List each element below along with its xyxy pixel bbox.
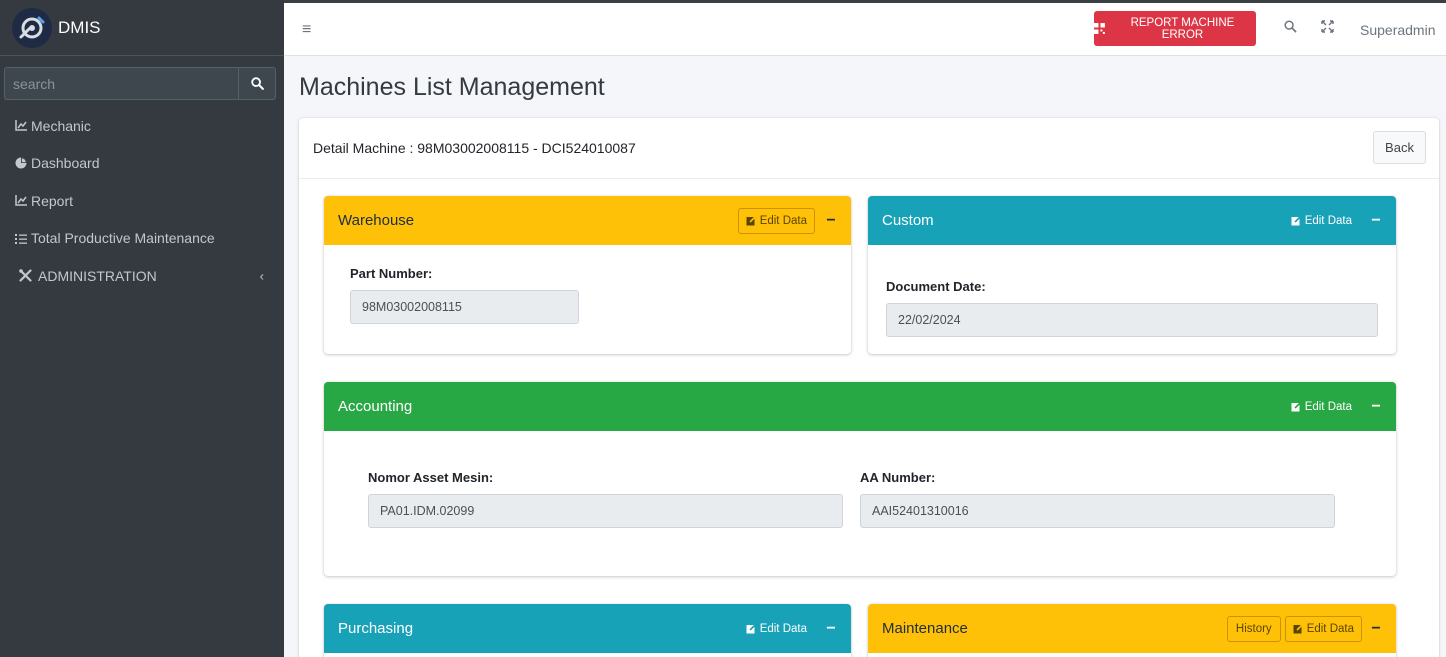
sidebar-search xyxy=(4,67,276,100)
report-button-label: REPORT MACHINE ERROR xyxy=(1130,16,1235,41)
search-input[interactable] xyxy=(4,67,238,100)
custom-panel: Custom Edit Data − Document Date: 22/02/… xyxy=(868,196,1396,354)
top-navbar: ≡ REPORT MACHINE ERROR Superadmin xyxy=(284,0,1446,56)
accounting-panel-header: Accounting Edit Data − xyxy=(324,382,1396,431)
pie-chart-icon xyxy=(14,156,28,170)
edit-icon xyxy=(746,623,757,634)
edit-data-label: Edit Data xyxy=(759,622,807,635)
chart-line-icon xyxy=(14,119,28,133)
sidebar-item-mechanic[interactable]: Mechanic xyxy=(0,107,284,145)
search-icon xyxy=(250,77,264,90)
panel-title: Purchasing xyxy=(338,620,414,637)
brand-logo xyxy=(12,7,52,48)
edit-data-button[interactable]: Edit Data xyxy=(1283,394,1360,420)
fullscreen-icon[interactable] xyxy=(1321,20,1334,38)
sidebar-nav: Mechanic Dashboard Report Total Producti… xyxy=(0,107,284,295)
search-icon[interactable] xyxy=(1284,20,1297,38)
tools-icon xyxy=(18,269,32,283)
brand[interactable]: DMIS xyxy=(0,0,284,56)
report-machine-error-button[interactable]: REPORT MACHINE ERROR xyxy=(1094,11,1256,46)
custom-panel-header: Custom Edit Data − xyxy=(868,196,1396,245)
sidebar-item-dashboard[interactable]: Dashboard xyxy=(0,145,284,183)
detail-title: Detail Machine : 98M03002008115 - DCI524… xyxy=(313,140,636,156)
menu-toggle-icon[interactable]: ≡ xyxy=(302,21,311,39)
sidebar-item-report[interactable]: Report xyxy=(0,182,284,220)
brand-name: DMIS xyxy=(58,17,101,37)
sidebar-item-label: Mechanic xyxy=(31,117,91,134)
edit-data-label: Edit Data xyxy=(1304,400,1352,413)
edit-icon xyxy=(1293,623,1304,634)
sidebar: DMIS Mechanic Dashboard Rep xyxy=(0,0,284,657)
asset-number-label: Nomor Asset Mesin: xyxy=(368,470,494,485)
collapse-minus-icon[interactable]: − xyxy=(1366,208,1386,234)
edit-data-label: Edit Data xyxy=(759,214,807,227)
sidebar-item-label: Dashboard xyxy=(31,155,100,172)
collapse-minus-icon[interactable]: − xyxy=(821,208,841,234)
warehouse-panel-header: Warehouse Edit Data − xyxy=(324,196,851,245)
list-icon xyxy=(14,231,28,245)
sidebar-item-label: Total Productive Maintenance xyxy=(31,230,215,247)
edit-data-button[interactable]: Edit Data xyxy=(738,616,815,642)
panel-title: Accounting xyxy=(338,398,413,415)
user-name[interactable]: Superadmin xyxy=(1360,22,1436,38)
qrcode-icon xyxy=(1094,23,1105,34)
part-number-field[interactable]: 98M03002008115 xyxy=(350,290,579,324)
warehouse-panel: Warehouse Edit Data − Part Number: 98M03… xyxy=(324,196,851,354)
panel-title: Warehouse xyxy=(338,212,415,229)
sidebar-item-label: Report xyxy=(31,192,74,209)
panel-title: Custom xyxy=(882,212,934,229)
search-button[interactable] xyxy=(238,67,276,100)
card-header: Detail Machine : 98M03002008115 - DCI524… xyxy=(299,118,1439,179)
panel-title: Maintenance xyxy=(882,620,968,637)
panel-tools: Edit Data − xyxy=(737,196,841,245)
page-title: Machines List Management xyxy=(299,73,605,101)
edit-data-button[interactable]: Edit Data xyxy=(1284,615,1362,642)
edit-icon xyxy=(746,215,757,226)
document-date-label: Document Date: xyxy=(886,279,986,294)
edit-data-button[interactable]: Edit Data xyxy=(737,207,815,234)
panel-tools: Edit Data − xyxy=(1283,382,1386,431)
asset-number-field[interactable]: PA01.IDM.02099 xyxy=(368,494,843,528)
aa-number-label: AA Number: xyxy=(860,470,936,485)
aa-number-field[interactable]: AAI52401310016 xyxy=(860,494,1335,528)
maintenance-panel-header: Maintenance History Edit Data − xyxy=(868,604,1396,653)
machine-detail-card: Detail Machine : 98M03002008115 - DCI524… xyxy=(299,118,1439,657)
panel-tools: Edit Data − xyxy=(1283,196,1386,245)
purchasing-panel: Purchasing Edit Data − xyxy=(324,604,851,657)
accounting-panel: Accounting Edit Data − Nomor Asset Mesin… xyxy=(324,382,1396,576)
sidebar-item-tpm[interactable]: Total Productive Maintenance xyxy=(0,220,284,258)
sidebar-item-label: ADMINISTRATION xyxy=(38,267,157,284)
back-button[interactable]: Back xyxy=(1373,131,1426,164)
collapse-minus-icon[interactable]: − xyxy=(1366,394,1386,420)
maintenance-panel: Maintenance History Edit Data − xyxy=(868,604,1396,657)
panel-tools: Edit Data − xyxy=(738,604,841,653)
history-button[interactable]: History xyxy=(1226,615,1281,642)
part-number-label: Part Number: xyxy=(350,266,433,281)
chevron-left-icon: ‹ xyxy=(259,268,264,284)
edit-data-label: Edit Data xyxy=(1304,214,1352,227)
chart-line-icon xyxy=(14,194,28,208)
edit-data-button[interactable]: Edit Data xyxy=(1283,208,1360,234)
purchasing-panel-header: Purchasing Edit Data − xyxy=(324,604,851,653)
collapse-minus-icon[interactable]: − xyxy=(821,616,841,642)
sidebar-item-administration[interactable]: ADMINISTRATION ‹ xyxy=(0,257,284,295)
panel-tools: History Edit Data − xyxy=(1226,604,1386,653)
document-date-field[interactable]: 22/02/2024 xyxy=(886,303,1378,337)
edit-icon xyxy=(1291,215,1302,226)
edit-data-label: Edit Data xyxy=(1306,622,1354,635)
collapse-minus-icon[interactable]: − xyxy=(1366,616,1386,642)
edit-icon xyxy=(1291,401,1302,412)
